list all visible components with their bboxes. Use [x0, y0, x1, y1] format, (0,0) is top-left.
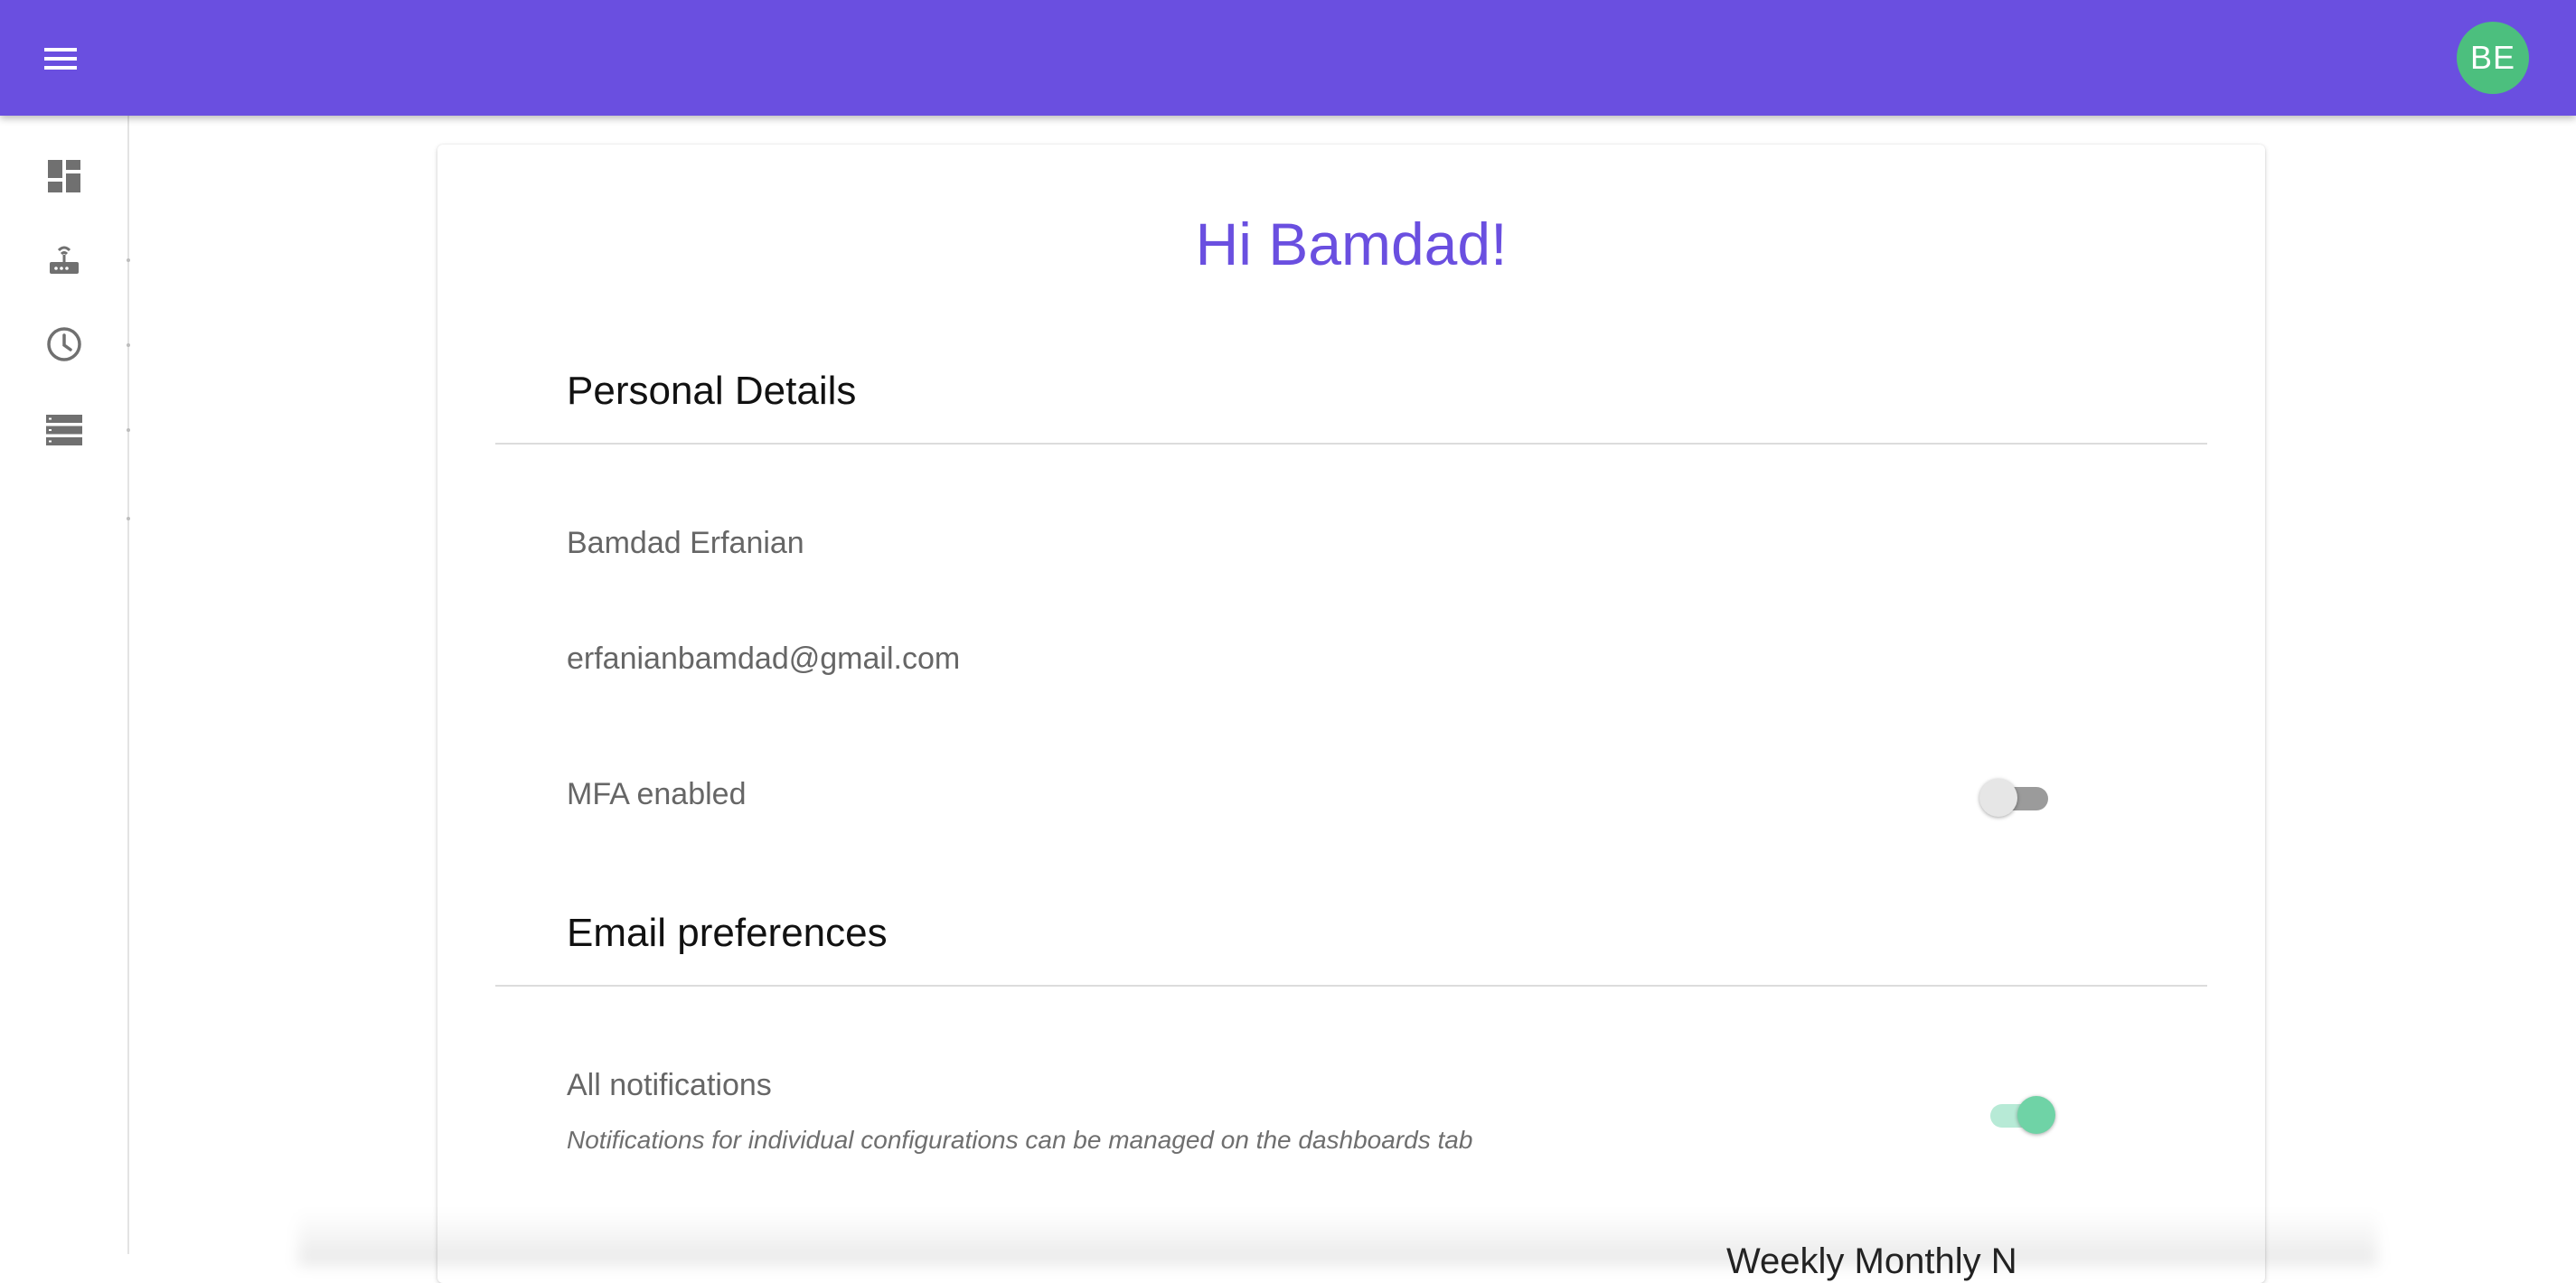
page-title: Hi Bamdad! — [1195, 211, 1508, 277]
all-notifications-toggle[interactable] — [1983, 1095, 2055, 1135]
hamburger-menu-icon[interactable] — [36, 34, 85, 83]
router-icon[interactable] — [36, 231, 92, 287]
mfa-toggle-thumb — [1979, 779, 2017, 817]
storage-list-icon[interactable] — [36, 402, 92, 458]
avatar[interactable]: BE — [2457, 22, 2529, 94]
personal-details-heading: Personal Details — [567, 369, 857, 413]
section-divider — [495, 985, 2207, 987]
dashboard-icon[interactable] — [36, 148, 92, 204]
bottom-shadow — [298, 1211, 2377, 1265]
sidebar — [0, 116, 130, 1254]
section-divider — [495, 443, 2207, 445]
rail-divider-mark — [127, 428, 130, 432]
user-email: erfanianbamdad@gmail.com — [567, 642, 961, 676]
rail-divider-mark — [127, 343, 130, 347]
rail-divider-mark — [127, 517, 130, 520]
user-name: Bamdad Erfanian — [567, 526, 804, 560]
mfa-toggle[interactable] — [1979, 778, 2052, 818]
all-notifications-hint: Notifications for individual configurati… — [567, 1126, 1473, 1154]
email-preferences-heading: Email preferences — [567, 911, 888, 955]
all-notifications-label: All notifications — [567, 1068, 772, 1102]
clock-icon[interactable] — [36, 316, 92, 372]
frequency-options-cutoff: Weekly Monthly N — [1726, 1241, 2017, 1281]
rail-divider-mark — [127, 258, 130, 262]
all-notifications-toggle-thumb — [2017, 1096, 2055, 1134]
profile-card: Hi Bamdad! Personal Details Bamdad Erfan… — [437, 145, 2265, 1283]
mfa-label: MFA enabled — [567, 777, 747, 811]
app-bar: BE — [0, 0, 2576, 116]
